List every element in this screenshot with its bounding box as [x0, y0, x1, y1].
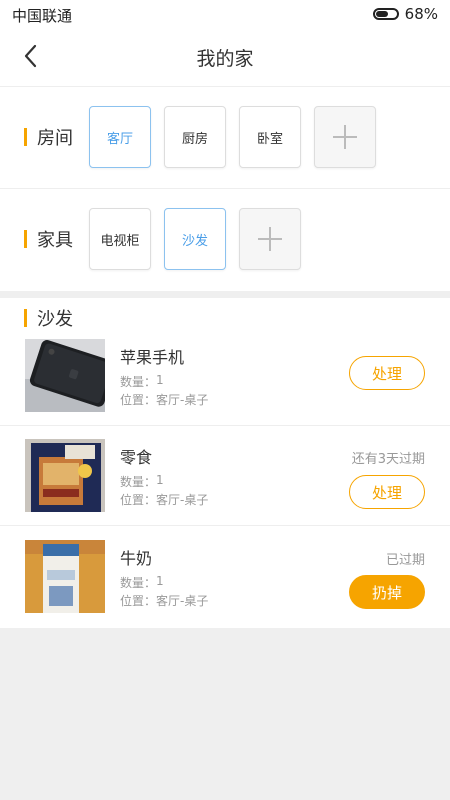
rooms-section: 房间 客厅 厨房 卧室	[0, 86, 450, 189]
location-value: 客厅-桌子	[156, 393, 209, 407]
process-button[interactable]: 处理	[349, 356, 425, 390]
battery-percentage: 68%	[404, 5, 438, 23]
item-thumbnail-milk	[25, 540, 105, 613]
item-quantity: 数量： 1	[120, 373, 164, 390]
section-accent-bar	[24, 128, 27, 146]
item-list-section: 沙发 苹果手机 数量： 1 位置： 客厅-桌子 处理 零食 数量： 1 位置： …	[0, 298, 450, 628]
item-location: 位置： 客厅-桌子	[120, 592, 208, 609]
quantity-label: 数量：	[120, 375, 157, 389]
room-tile-bedroom[interactable]: 卧室	[239, 106, 301, 168]
room-tile-living-room[interactable]: 客厅	[89, 106, 151, 168]
discard-button[interactable]: 扔掉	[349, 575, 425, 609]
list-item: 零食 数量： 1 位置： 客厅-桌子 还有3天过期 处理	[0, 426, 450, 526]
rooms-label-text: 房间	[37, 128, 73, 149]
item-thumbnail-phone	[25, 339, 105, 412]
expiry-status: 还有3天过期	[351, 452, 425, 467]
carrier-name: 中国联通	[12, 7, 73, 25]
furniture-tile-sofa[interactable]: 沙发	[164, 208, 226, 270]
add-room-button[interactable]	[314, 106, 376, 168]
room-tile-kitchen[interactable]: 厨房	[164, 106, 226, 168]
status-bar: 中国联通 68%	[0, 0, 450, 28]
item-location: 位置： 客厅-桌子	[120, 491, 208, 508]
nav-bar: 我的家	[0, 28, 450, 86]
item-thumbnail-snack	[25, 439, 105, 512]
quantity-value: 1	[156, 473, 164, 487]
location-value: 客厅-桌子	[156, 594, 209, 608]
plus-icon	[258, 227, 282, 251]
furniture-tile-tv-cabinet[interactable]: 电视柜	[89, 208, 151, 270]
location-value: 客厅-桌子	[156, 493, 209, 507]
quantity-label: 数量：	[120, 576, 157, 590]
item-location: 位置： 客厅-桌子	[120, 391, 208, 408]
item-name: 零食	[120, 448, 153, 467]
list-item: 苹果手机 数量： 1 位置： 客厅-桌子 处理	[0, 326, 450, 426]
page-title: 我的家	[196, 48, 254, 70]
battery-indicator: 68%	[372, 5, 438, 23]
location-label: 位置：	[120, 493, 157, 507]
section-accent-bar	[24, 230, 27, 248]
item-name: 苹果手机	[120, 348, 185, 367]
item-quantity: 数量： 1	[120, 473, 164, 490]
battery-icon	[372, 8, 399, 20]
quantity-value: 1	[156, 373, 164, 387]
plus-icon	[333, 125, 357, 149]
process-button[interactable]: 处理	[349, 475, 425, 509]
expiry-status: 已过期	[385, 553, 425, 568]
add-furniture-button[interactable]	[239, 208, 301, 270]
rooms-label: 房间	[24, 125, 73, 149]
quantity-label: 数量：	[120, 475, 157, 489]
furniture-label-text: 家具	[37, 230, 73, 251]
item-quantity: 数量： 1	[120, 574, 164, 591]
section-accent-bar	[24, 309, 27, 327]
furniture-label: 家具	[24, 227, 73, 251]
quantity-value: 1	[156, 574, 164, 588]
list-item: 牛奶 数量： 1 位置： 客厅-桌子 已过期 扔掉	[0, 527, 450, 627]
location-label: 位置：	[120, 393, 157, 407]
location-label: 位置：	[120, 594, 157, 608]
item-name: 牛奶	[120, 549, 153, 568]
furniture-section: 家具 电视柜 沙发	[0, 188, 450, 291]
